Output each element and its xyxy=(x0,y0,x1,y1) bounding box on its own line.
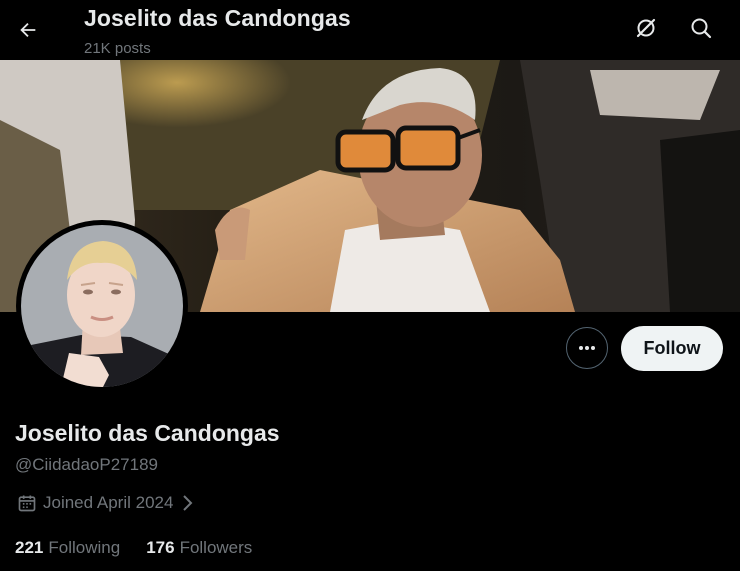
back-button[interactable] xyxy=(10,12,46,48)
grok-button[interactable] xyxy=(628,10,664,46)
search-button[interactable] xyxy=(683,10,719,46)
followers-count: 176 xyxy=(146,538,175,557)
grok-icon xyxy=(634,16,658,40)
follow-button[interactable]: Follow xyxy=(621,326,723,371)
followers-link[interactable]: 176 Followers xyxy=(146,537,252,559)
following-label: Following xyxy=(48,538,121,557)
calendar-icon xyxy=(17,493,37,513)
chevron-right-icon xyxy=(179,494,195,512)
search-icon xyxy=(689,16,713,40)
profile-display-name: Joselito das Candongas xyxy=(15,420,280,446)
top-bar: Joselito das Candongas 21K posts xyxy=(0,0,740,60)
joined-date[interactable]: Joined April 2024 xyxy=(17,492,195,514)
joined-label: Joined April 2024 xyxy=(43,493,174,512)
posts-count: 21K posts xyxy=(84,40,151,57)
back-arrow-icon xyxy=(17,19,39,41)
profile-page: Joselito das Candongas 21K posts Follow … xyxy=(0,0,740,571)
more-dots-icon xyxy=(577,338,597,358)
avatar-image xyxy=(21,225,183,387)
more-button[interactable] xyxy=(566,327,608,369)
header-title-group: Joselito das Candongas 21K posts xyxy=(84,4,351,58)
following-count: 221 xyxy=(15,538,44,557)
following-link[interactable]: 221 Following xyxy=(15,537,120,559)
followers-label: Followers xyxy=(179,538,253,557)
profile-handle: @CiidadaoP27189 xyxy=(15,455,158,474)
profile-avatar[interactable] xyxy=(16,220,188,392)
follow-stats: 221 Following 176 Followers xyxy=(15,537,252,559)
header-title: Joselito das Candongas xyxy=(84,5,351,31)
